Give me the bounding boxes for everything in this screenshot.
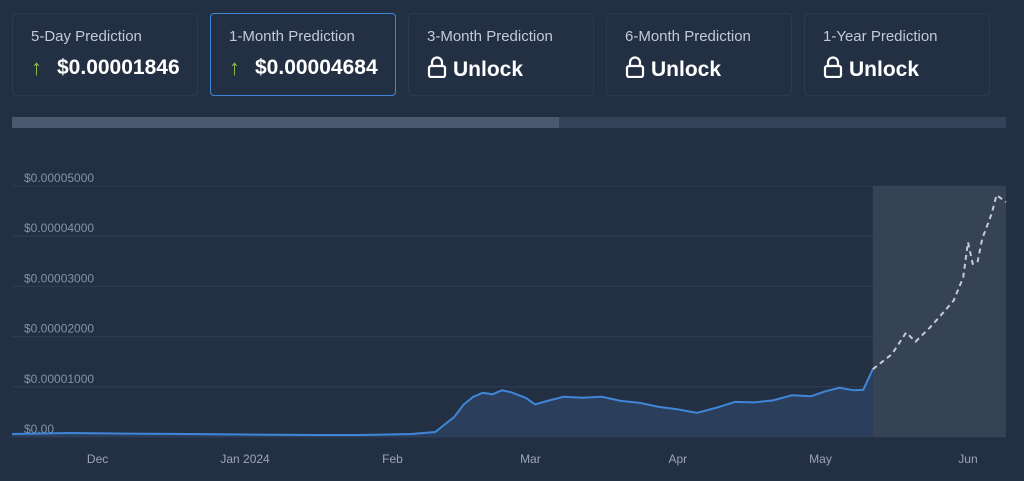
card-value: $0.00004684 (255, 56, 378, 79)
y-tick-label: $0.00003000 (24, 271, 94, 285)
x-tick-label: Apr (668, 452, 687, 466)
x-tick-label: Mar (520, 452, 541, 466)
forecast-zone (872, 186, 1006, 437)
unlock-button[interactable]: Unlock (651, 58, 721, 82)
card-value-row: Unlock (625, 56, 791, 84)
range-selector-handle[interactable] (12, 117, 559, 128)
card-label: 6-Month Prediction (625, 28, 751, 45)
y-tick-label: $0.00005000 (24, 171, 94, 185)
x-tick-label: Dec (87, 452, 108, 466)
card-label: 3-Month Prediction (427, 28, 553, 45)
unlock-button[interactable]: Unlock (453, 58, 523, 82)
x-tick-label: May (809, 452, 832, 466)
card-value-row: Unlock (823, 56, 989, 84)
prediction-card-3-month[interactable]: 3-Month Prediction Unlock (408, 13, 594, 96)
lock-icon (625, 56, 651, 84)
x-tick-label: Jan 2024 (220, 452, 270, 466)
prediction-card-1-month[interactable]: 1-Month Prediction ↑ $0.00004684 (210, 13, 396, 96)
y-tick-label: $0.00002000 (24, 322, 94, 336)
lock-icon (427, 56, 453, 84)
x-tick-label: Jun (958, 452, 977, 466)
card-label: 5-Day Prediction (31, 28, 142, 45)
lock-icon (823, 56, 849, 84)
prediction-card-5-day[interactable]: 5-Day Prediction ↑ $0.00001846 (12, 13, 198, 96)
price-chart: $0.00$0.00001000$0.00002000$0.00003000$0… (11, 171, 1007, 466)
card-value-row: Unlock (427, 56, 593, 84)
y-tick-label: $0.00001000 (24, 372, 94, 386)
card-value-row: ↑ $0.00001846 (31, 56, 197, 80)
arrow-up-icon: ↑ (31, 55, 42, 80)
card-label: 1-Month Prediction (229, 28, 355, 45)
prediction-card-1-year[interactable]: 1-Year Prediction Unlock (804, 13, 990, 96)
card-value: $0.00001846 (57, 56, 180, 79)
y-tick-label: $0.00004000 (24, 221, 94, 235)
card-label: 1-Year Prediction (823, 28, 938, 45)
x-tick-label: Feb (382, 452, 403, 466)
card-value-row: ↑ $0.00004684 (229, 56, 395, 80)
unlock-button[interactable]: Unlock (849, 58, 919, 82)
range-selector-track[interactable] (12, 117, 1006, 128)
arrow-up-icon: ↑ (229, 55, 240, 80)
prediction-card-6-month[interactable]: 6-Month Prediction Unlock (606, 13, 792, 96)
prediction-cards: 5-Day Prediction ↑ $0.00001846 1-Month P… (12, 13, 990, 96)
